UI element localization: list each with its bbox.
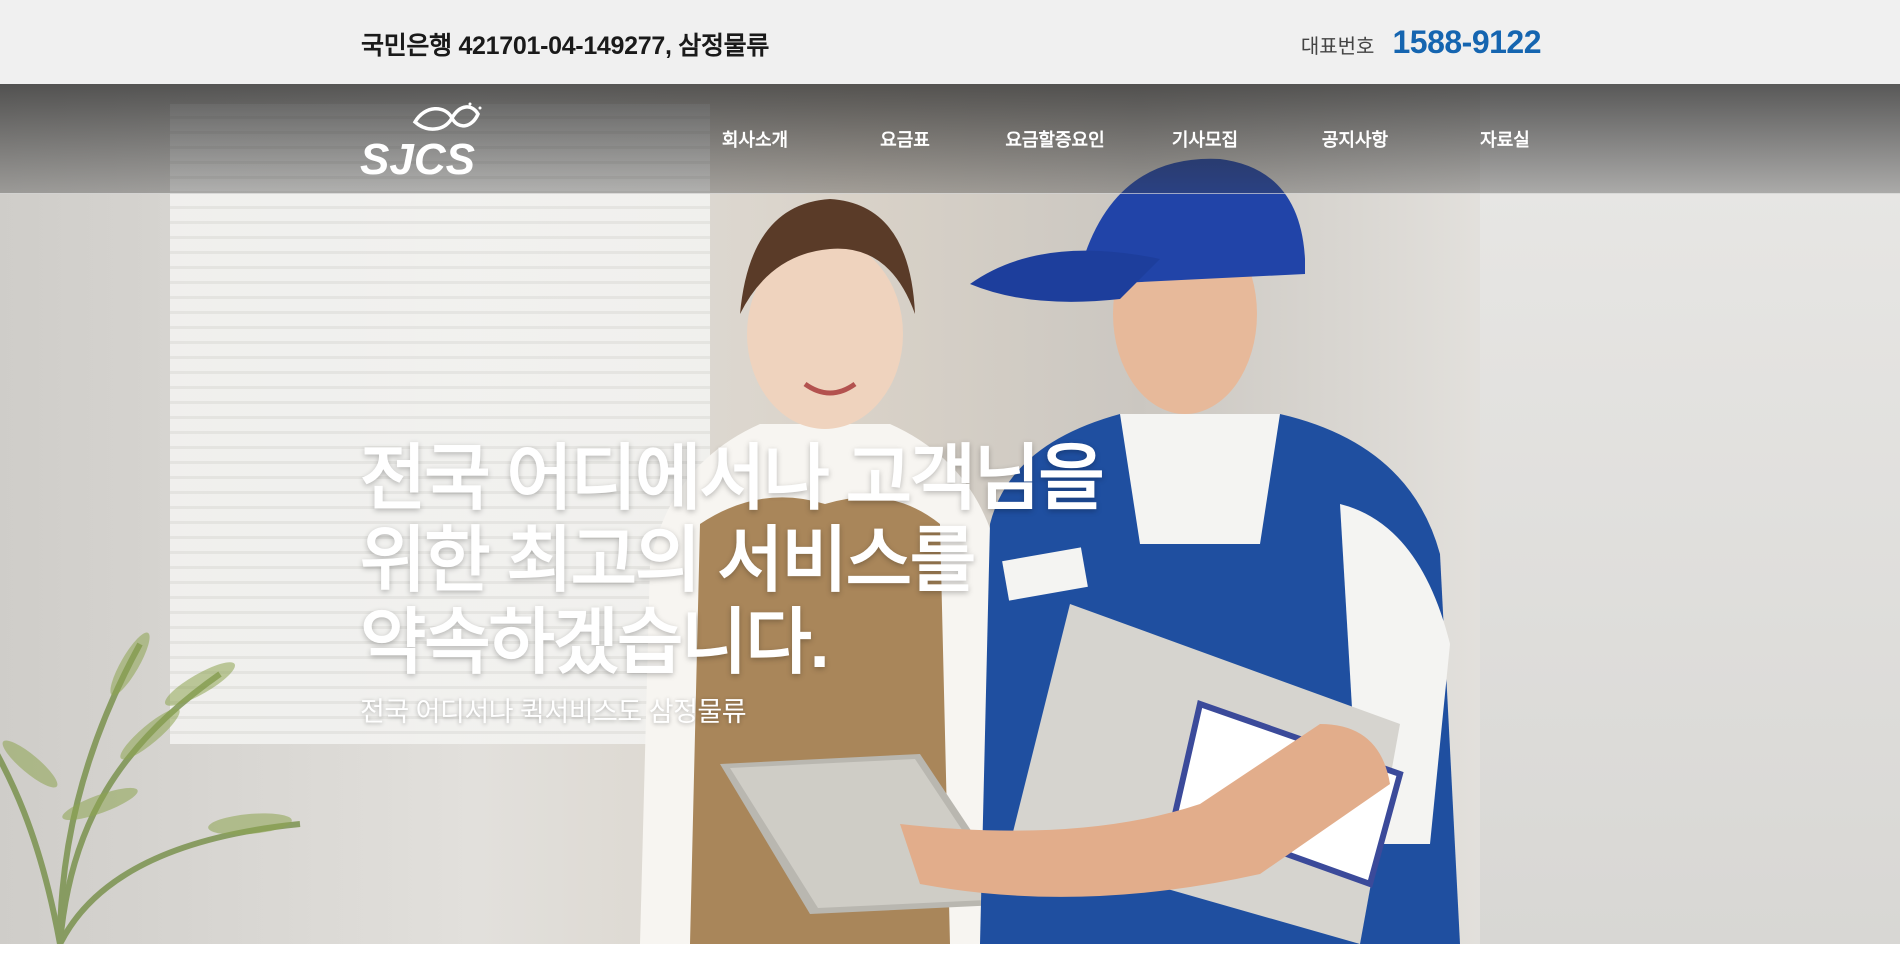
hero-subline: 전국 어디서나 퀵서비스도 삼정물류: [360, 697, 747, 727]
logo-text: SJCS: [360, 135, 475, 180]
nav-menu: 회사소개 요금표 요금할증요인 기사모집 공지사항 자료실: [680, 126, 1580, 152]
nav-item-notice[interactable]: 공지사항: [1280, 126, 1430, 152]
phone-label: 대표번호: [1300, 36, 1375, 58]
phone-number[interactable]: 1588-9122: [1392, 24, 1541, 61]
nav-item-surcharge[interactable]: 요금할증요인: [980, 126, 1130, 152]
nav-item-archive[interactable]: 자료실: [1430, 126, 1580, 152]
hero-headline-line: 위한 최고의 서비스를: [360, 521, 976, 601]
main-navigation: SJCS 회사소개 요금표 요금할증요인 기사모집 공지사항 자료실: [0, 84, 1900, 194]
nav-item-rates[interactable]: 요금표: [830, 126, 980, 152]
bank-account-info: 국민은행 421701-04-149277, 삼정물류: [361, 32, 770, 60]
hero-headline-line: 약속하겠습니다.: [360, 603, 830, 683]
phone-contact: 대표번호 1588-9122: [1300, 24, 1542, 61]
nav-item-driver-recruit[interactable]: 기사모집: [1130, 126, 1280, 152]
hero-headline-line: 전국 어디에서나 고객님을: [360, 439, 1105, 519]
nav-item-company[interactable]: 회사소개: [680, 126, 830, 152]
sjcs-logo[interactable]: SJCS: [360, 100, 485, 180]
top-info-bar: 국민은행 421701-04-149277, 삼정물류 대표번호 1588-91…: [0, 0, 1900, 84]
plant-decoration: [0, 632, 301, 944]
hero-headline: 전국 어디에서나 고객님을 위한 최고의 서비스를 약속하겠습니다.: [360, 438, 1120, 684]
